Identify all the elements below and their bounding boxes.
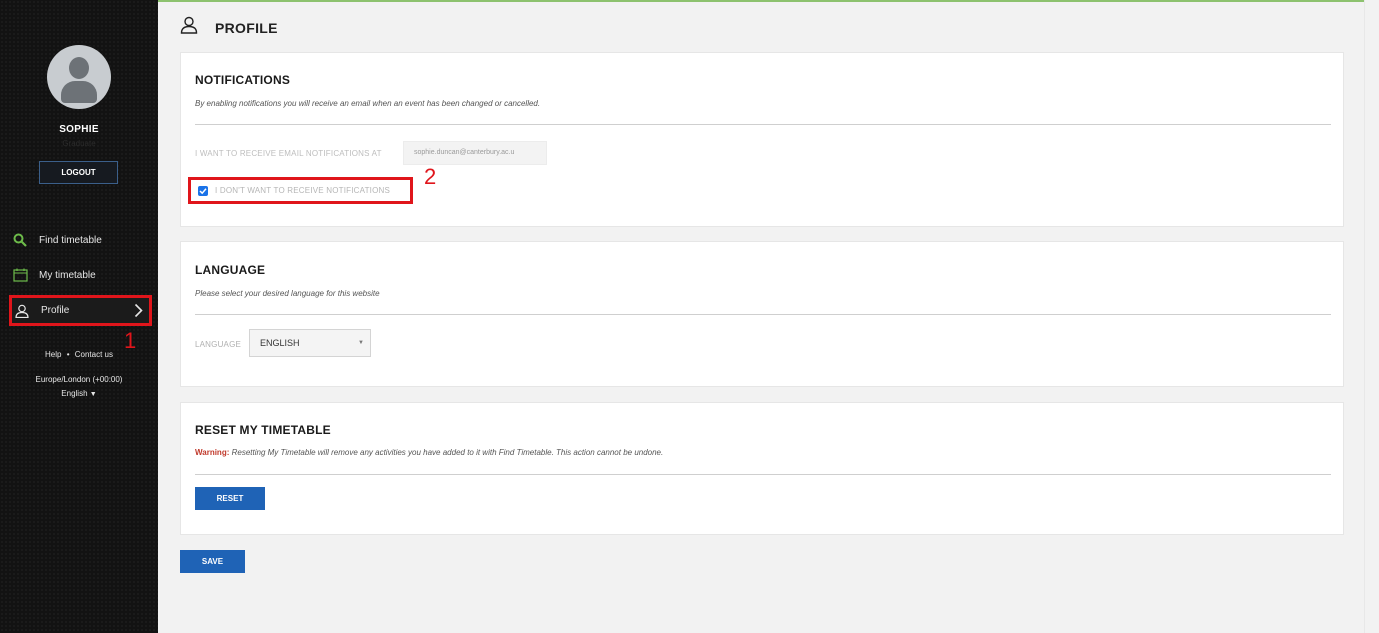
sidebar-item-label: My timetable: [39, 269, 96, 281]
warning-label: Warning:: [195, 448, 230, 457]
chevron-down-icon: ▼: [358, 340, 364, 346]
sidebar-item-label: Find timetable: [39, 234, 102, 246]
language-description: Please select your desired language for …: [195, 289, 380, 298]
email-field[interactable]: sophie.duncan@canterbury.ac.u: [403, 141, 547, 165]
divider: [195, 474, 1331, 475]
notifications-description: By enabling notifications you will recei…: [195, 99, 541, 108]
language-selector[interactable]: English ▼: [0, 389, 158, 398]
language-heading: LANGUAGE: [195, 263, 266, 277]
page-header: PROFILE: [180, 16, 278, 39]
sidebar: SOPHIE Graduate LOGOUT Find timetable My…: [0, 0, 158, 633]
user-icon: [14, 303, 30, 319]
top-accent-line: [0, 0, 1379, 2]
chevron-right-icon: [134, 303, 143, 321]
divider: [195, 124, 1331, 125]
scrollbar[interactable]: [1364, 0, 1379, 633]
username: SOPHIE: [59, 124, 99, 135]
language-select-value: ENGLISH: [260, 338, 300, 348]
sidebar-item-find-timetable[interactable]: Find timetable: [10, 225, 150, 255]
save-button[interactable]: SAVE: [180, 550, 245, 573]
opt-out-checkbox[interactable]: [198, 185, 208, 196]
user-subtitle: Graduate: [62, 139, 96, 148]
notifications-card: NOTIFICATIONS By enabling notifications …: [180, 52, 1344, 227]
language-field-label: LANGUAGE: [195, 340, 242, 349]
reset-heading: RESET MY TIMETABLE: [195, 423, 331, 437]
logout-button[interactable]: LOGOUT: [39, 161, 118, 184]
language-selector-label: English: [61, 389, 88, 398]
contact-us-link[interactable]: Contact us: [75, 350, 113, 359]
opt-out-label: I DON'T WANT TO RECEIVE NOTIFICATIONS: [215, 186, 391, 195]
reset-timetable-card: RESET MY TIMETABLE Warning: Resetting My…: [180, 402, 1344, 535]
timezone-label: Europe/London (+00:00): [35, 375, 123, 384]
help-links: Help • Contact us: [0, 350, 158, 359]
annotation-marker-2: 2: [424, 164, 437, 189]
sidebar-item-my-timetable[interactable]: My timetable: [10, 260, 150, 290]
sidebar-item-profile[interactable]: Profile: [9, 295, 152, 326]
language-select[interactable]: ENGLISH ▼: [249, 329, 371, 357]
search-icon: [12, 232, 28, 248]
language-card: LANGUAGE Please select your desired lang…: [180, 241, 1344, 387]
reset-button[interactable]: RESET: [195, 487, 265, 510]
reset-warning: Warning: Resetting My Timetable will rem…: [195, 448, 663, 457]
notifications-heading: NOTIFICATIONS: [195, 73, 291, 87]
sidebar-item-label: Profile: [41, 305, 70, 316]
avatar: [47, 45, 111, 109]
user-icon: [180, 16, 198, 39]
opt-out-highlight: I DON'T WANT TO RECEIVE NOTIFICATIONS: [188, 177, 413, 204]
divider: [195, 314, 1331, 315]
help-link[interactable]: Help: [45, 350, 61, 359]
warning-text: Resetting My Timetable will remove any a…: [229, 448, 664, 457]
caret-down-icon: ▼: [89, 391, 97, 398]
link-separator: •: [66, 350, 70, 359]
calendar-icon: [12, 267, 28, 283]
email-notification-label: I WANT TO RECEIVE EMAIL NOTIFICATIONS AT: [195, 149, 382, 158]
page-title: PROFILE: [215, 19, 278, 36]
